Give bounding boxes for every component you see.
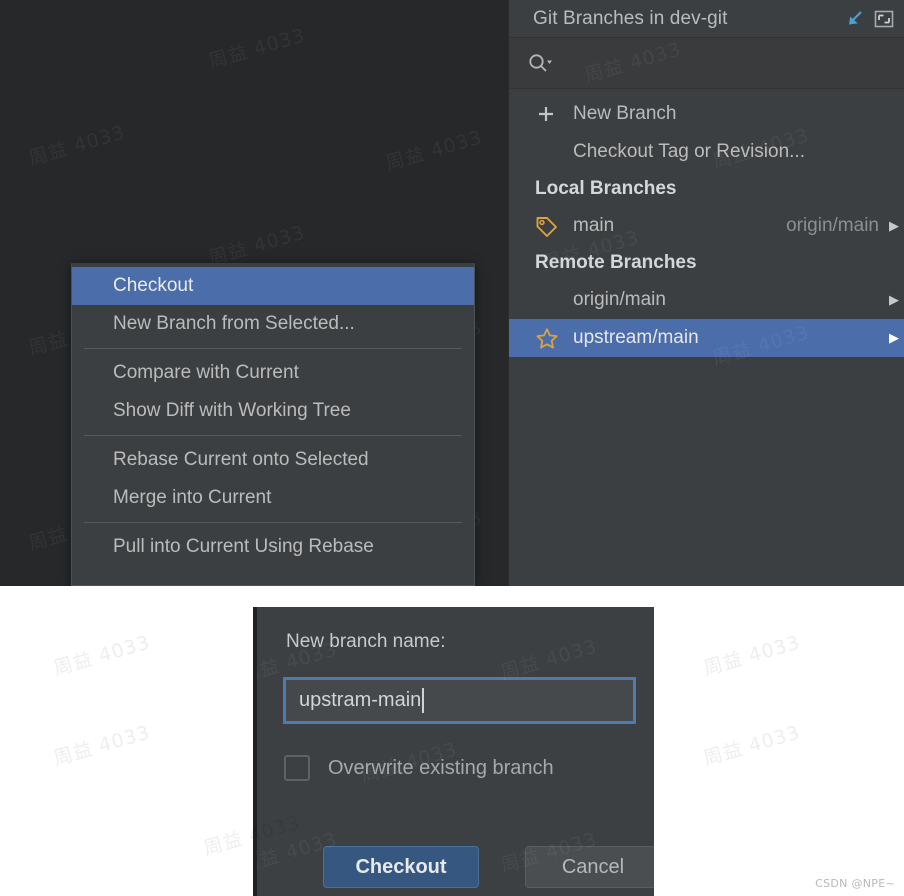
chevron-right-icon: ▶ [889, 218, 899, 233]
branch-item-label: origin/main [573, 289, 666, 310]
context-menu-item-label: Rebase Current onto Selected [113, 449, 369, 470]
branch-item-upstream-main[interactable]: upstream/main ▶ [509, 319, 904, 357]
overwrite-checkbox[interactable] [284, 755, 310, 781]
branch-item-label: upstream/main [573, 327, 699, 348]
branch-action-new-branch[interactable]: New Branch [509, 95, 904, 133]
text-caret [422, 688, 425, 713]
context-menu-item-label: New Branch from Selected... [113, 313, 355, 334]
dialog-button-bar: Checkout Cancel [323, 846, 654, 888]
new-branch-name-field[interactable]: upstram-main [283, 677, 636, 724]
cancel-button-label: Cancel [561, 855, 625, 878]
editor-background-region: 周益 4033 周益 4033 周益 4033 周益 4033 周益 4033 … [0, 0, 904, 586]
menu-separator [84, 435, 462, 436]
search-input[interactable] [509, 38, 904, 88]
branch-action-checkout-tag[interactable]: Checkout Tag or Revision... [509, 133, 904, 171]
chevron-right-icon: ▶ [889, 292, 899, 307]
context-menu-item-new-branch-from-selected[interactable]: New Branch from Selected... [72, 305, 474, 343]
context-menu-item-checkout[interactable]: Checkout [72, 267, 474, 305]
context-menu-item-rebase-current-onto-selected[interactable]: Rebase Current onto Selected [72, 441, 474, 479]
checkout-button-label: Checkout [355, 855, 447, 878]
watermark: 周益 4033 [701, 631, 803, 680]
branch-tracking-label: origin/main [786, 215, 879, 236]
page-title: Git Branches in dev-git [533, 7, 728, 29]
branch-action-label: Checkout Tag or Revision... [573, 141, 805, 162]
branch-group-local: Local Branches [509, 171, 904, 207]
git-branches-header: Git Branches in dev-git [509, 0, 904, 37]
context-menu-item-clipped[interactable] [72, 566, 474, 585]
git-branches-popup: Git Branches in dev-git 周益 4033 New Bran… [508, 0, 904, 586]
new-branch-dialog: New branch name: upstram-main Overwrite … [253, 607, 654, 896]
checkout-button[interactable]: Checkout [323, 846, 479, 888]
csdn-watermark: CSDN @NPE~ [815, 877, 895, 890]
context-menu-item-label: Pull into Current Using Rebase [113, 536, 374, 557]
branch-item-origin-main[interactable]: origin/main ▶ [509, 281, 904, 319]
branch-item-label: main [573, 215, 615, 236]
context-menu-item-label: Checkout [113, 275, 194, 296]
new-branch-name-input[interactable]: upstram-main [299, 689, 421, 712]
context-menu-item-merge-into-current[interactable]: Merge into Current [72, 479, 474, 517]
menu-separator [84, 522, 462, 523]
restore-window-icon[interactable] [869, 4, 899, 34]
branch-group-label: Local Branches [535, 178, 677, 199]
watermark: 周益 4033 [701, 721, 803, 770]
context-menu-item-pull-into-current-using-rebase[interactable]: Pull into Current Using Rebase [72, 528, 474, 566]
tag-icon [535, 215, 573, 237]
watermark: 周益 4033 [51, 721, 153, 770]
branch-context-menu: Checkout New Branch from Selected... Com… [71, 263, 475, 586]
context-menu-item-compare-with-current[interactable]: Compare with Current [72, 354, 474, 392]
context-menu-item-show-diff-with-working-tree[interactable]: Show Diff with Working Tree [72, 392, 474, 430]
overwrite-existing-branch-row[interactable]: Overwrite existing branch [284, 755, 554, 781]
context-menu-item-label: Show Diff with Working Tree [113, 400, 351, 421]
branch-group-label: Remote Branches [535, 252, 697, 273]
checkout-arrow-icon[interactable] [839, 4, 869, 34]
context-menu-item-label: Merge into Current [113, 487, 272, 508]
watermark: 周益 4033 [383, 126, 485, 175]
star-icon [535, 327, 573, 350]
plus-icon [535, 103, 573, 125]
menu-separator [84, 348, 462, 349]
branch-search-row[interactable]: 周益 4033 [509, 37, 904, 89]
branch-item-main[interactable]: main origin/main ▶ [509, 207, 904, 245]
chevron-right-icon: ▶ [889, 330, 899, 345]
branch-action-label: New Branch [573, 103, 677, 124]
cancel-button[interactable]: Cancel [525, 846, 654, 888]
watermark: 周益 4033 [51, 631, 153, 680]
watermark: 周益 4033 [26, 121, 128, 170]
watermark: 周益 4033 [206, 24, 308, 73]
branch-list: New Branch Checkout Tag or Revision... L… [509, 89, 904, 357]
new-branch-name-label: New branch name: [286, 631, 446, 652]
branch-group-remote: Remote Branches [509, 245, 904, 281]
overwrite-checkbox-label: Overwrite existing branch [328, 756, 554, 779]
context-menu-item-label: Compare with Current [113, 362, 299, 383]
